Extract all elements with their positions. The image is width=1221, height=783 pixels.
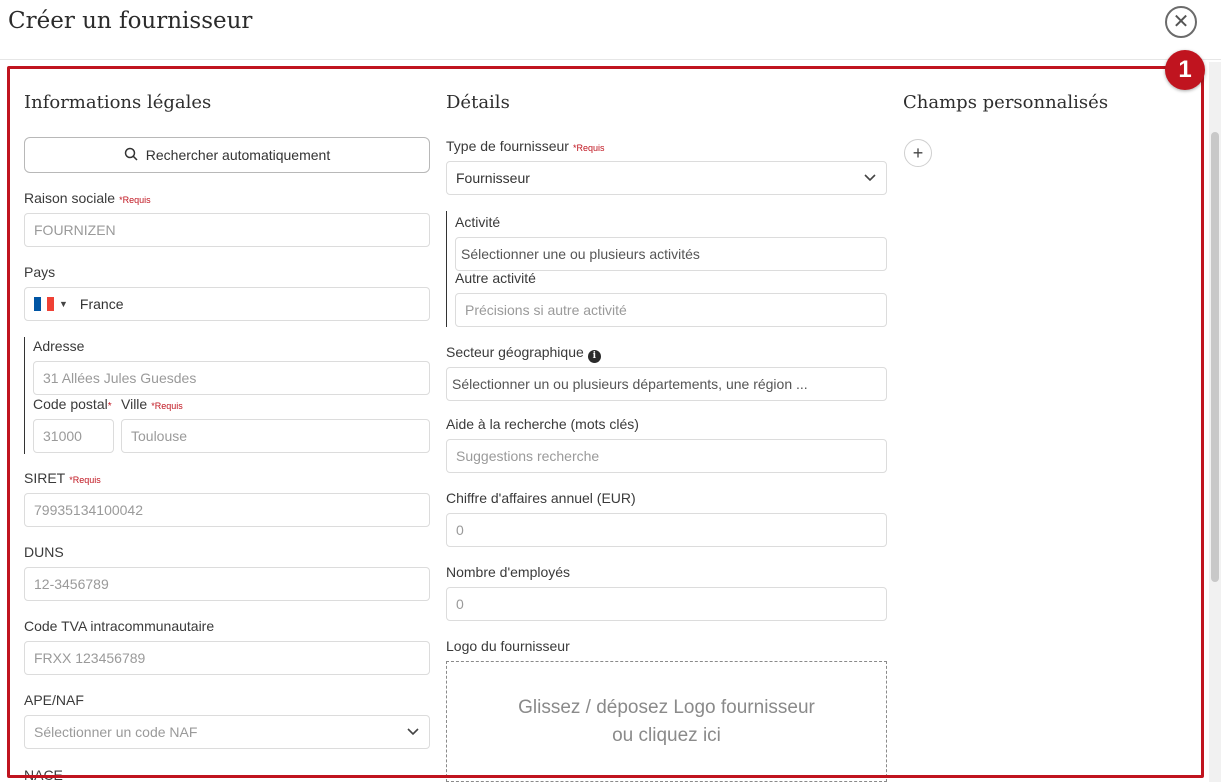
- siret-label: SIRET *Requis: [24, 470, 101, 486]
- tva-input[interactable]: FRXX 123456789: [24, 641, 430, 675]
- add-custom-field-button[interactable]: +: [904, 139, 932, 167]
- keywords-input[interactable]: Suggestions recherche: [446, 439, 887, 473]
- scroll-thumb[interactable]: [1211, 132, 1219, 582]
- raison-sociale-input[interactable]: FOURNIZEN: [24, 213, 430, 247]
- scrollbar[interactable]: [1209, 62, 1221, 782]
- ville-label: Ville *Requis: [121, 396, 183, 412]
- info-icon[interactable]: i: [587, 349, 601, 363]
- employes-label: Nombre d'employés: [446, 564, 571, 580]
- secteur-select[interactable]: Sélectionner un ou plusieurs département…: [446, 367, 887, 401]
- autre-activite-input[interactable]: Précisions si autre activité: [455, 293, 887, 327]
- employees-input[interactable]: 0: [446, 587, 887, 621]
- dropzone-text: Glissez / déposez Logo fournisseur ou cl…: [518, 696, 815, 746]
- activite-label: Activité: [455, 214, 501, 230]
- nace-label: NACE: [24, 767, 63, 783]
- adresse-input[interactable]: 31 Allées Jules Guesdes: [33, 361, 430, 395]
- address-group-bar: [24, 337, 25, 454]
- close-icon: ✕: [1172, 11, 1190, 33]
- france-flag-icon: [34, 297, 55, 311]
- pays-label: Pays: [24, 264, 56, 280]
- modal-header: Créer un fournisseur ✕: [0, 0, 1221, 60]
- ape-label: APE/NAF: [24, 692, 84, 708]
- ape-select[interactable]: Sélectionner un code NAF: [24, 715, 430, 749]
- duns-label: DUNS: [24, 544, 64, 560]
- ville-input[interactable]: Toulouse: [121, 419, 430, 453]
- auto-search-button[interactable]: Rechercher automatiquement: [24, 137, 430, 173]
- raison-sociale-label: Raison sociale *Requis: [24, 190, 151, 206]
- code-postal-label: Code postal*: [33, 396, 112, 412]
- chevron-down-icon: [406, 725, 420, 739]
- duns-input[interactable]: 12-3456789: [24, 567, 430, 601]
- country-select[interactable]: ▼ France: [24, 287, 430, 321]
- required-tag: *Requis: [151, 401, 183, 411]
- legal-section-title: Informations légales: [24, 92, 212, 113]
- required-tag: *Requis: [69, 475, 101, 485]
- chevron-down-icon: [863, 171, 877, 185]
- close-button[interactable]: ✕: [1165, 6, 1197, 38]
- logo-label: Logo du fournisseur: [446, 638, 570, 654]
- secteur-label: Secteur géographique i: [446, 344, 601, 363]
- modal-title: Créer un fournisseur: [8, 8, 253, 34]
- siret-input[interactable]: 79935134100042: [24, 493, 430, 527]
- activity-group-bar: [446, 211, 447, 327]
- supplier-type-select[interactable]: Fournisseur: [446, 161, 887, 195]
- code-postal-input[interactable]: 31000: [33, 419, 114, 453]
- aide-label: Aide à la recherche (mots clés): [446, 416, 639, 432]
- ca-label: Chiffre d'affaires annuel (EUR): [446, 490, 636, 506]
- revenue-input[interactable]: 0: [446, 513, 887, 547]
- step-badge: 1: [1165, 50, 1205, 90]
- required-tag: *Requis: [119, 195, 151, 205]
- plus-icon: +: [912, 142, 924, 163]
- autre-activite-label: Autre activité: [455, 270, 536, 286]
- adresse-label: Adresse: [33, 338, 85, 354]
- activite-select[interactable]: Sélectionner une ou plusieurs activités: [455, 237, 887, 271]
- type-label: Type de fournisseur *Requis: [446, 138, 605, 154]
- tva-label: Code TVA intracommunautaire: [24, 618, 215, 634]
- required-tag: *Requis: [572, 143, 605, 153]
- search-icon: [124, 147, 138, 164]
- logo-dropzone[interactable]: Glissez / déposez Logo fournisseur ou cl…: [446, 661, 887, 782]
- details-section-title: Détails: [446, 92, 510, 113]
- caret-down-icon: ▼: [59, 299, 68, 309]
- custom-fields-title: Champs personnalisés: [903, 92, 1109, 113]
- auto-search-label: Rechercher automatiquement: [145, 147, 331, 163]
